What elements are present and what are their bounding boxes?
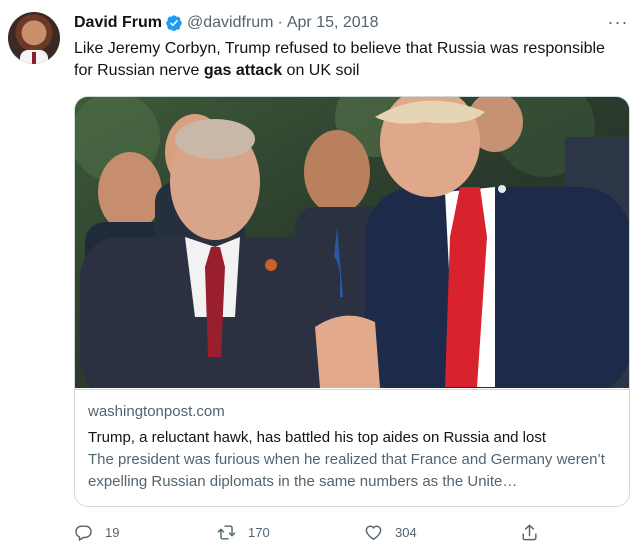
heart-icon (365, 524, 382, 540)
tweet-text: Like Jeremy Corbyn, Trump refused to bel… (74, 38, 624, 82)
tweet-text-after: on UK soil (282, 62, 360, 79)
retweet-icon (217, 524, 236, 540)
avatar[interactable] (8, 12, 60, 64)
author-name[interactable]: David Frum (74, 14, 162, 32)
share-icon (522, 524, 537, 540)
tweet-date[interactable]: Apr 15, 2018 (287, 14, 379, 32)
link-card[interactable]: washingtonpost.com Trump, a reluctant ha… (74, 96, 630, 507)
card-photo-illustration (75, 97, 629, 388)
more-horizontal-icon[interactable]: ··· (604, 10, 632, 34)
reply-icon (75, 524, 92, 541)
retweet-count: 170 (248, 524, 270, 540)
retweet-button[interactable]: 170 (217, 518, 270, 546)
tweet-header: David Frum @davidfrum · Apr 15, 2018 (74, 12, 378, 34)
header-separator: · (277, 14, 283, 31)
card-meta: washingtonpost.com Trump, a reluctant ha… (75, 389, 629, 506)
tweet-actions: 19 170 304 (74, 518, 564, 546)
card-headline[interactable]: Trump, a reluctant hawk, has battled his… (88, 427, 618, 449)
like-count: 304 (395, 524, 417, 540)
avatar-tie (32, 52, 36, 64)
reply-count: 19 (105, 524, 120, 540)
card-image[interactable] (75, 97, 629, 388)
card-description: The president was furious when he realiz… (88, 451, 605, 490)
author-handle[interactable]: @davidfrum (187, 14, 274, 32)
share-button[interactable] (520, 518, 551, 546)
tweet[interactable]: David Frum @davidfrum · Apr 15, 2018 ···… (0, 0, 642, 552)
tweet-text-bold: gas attack (203, 62, 283, 79)
card-domain: washingtonpost.com (88, 403, 225, 420)
verified-badge-icon (166, 15, 182, 32)
reply-button[interactable]: 19 (74, 518, 119, 546)
like-button[interactable]: 304 (364, 518, 417, 546)
